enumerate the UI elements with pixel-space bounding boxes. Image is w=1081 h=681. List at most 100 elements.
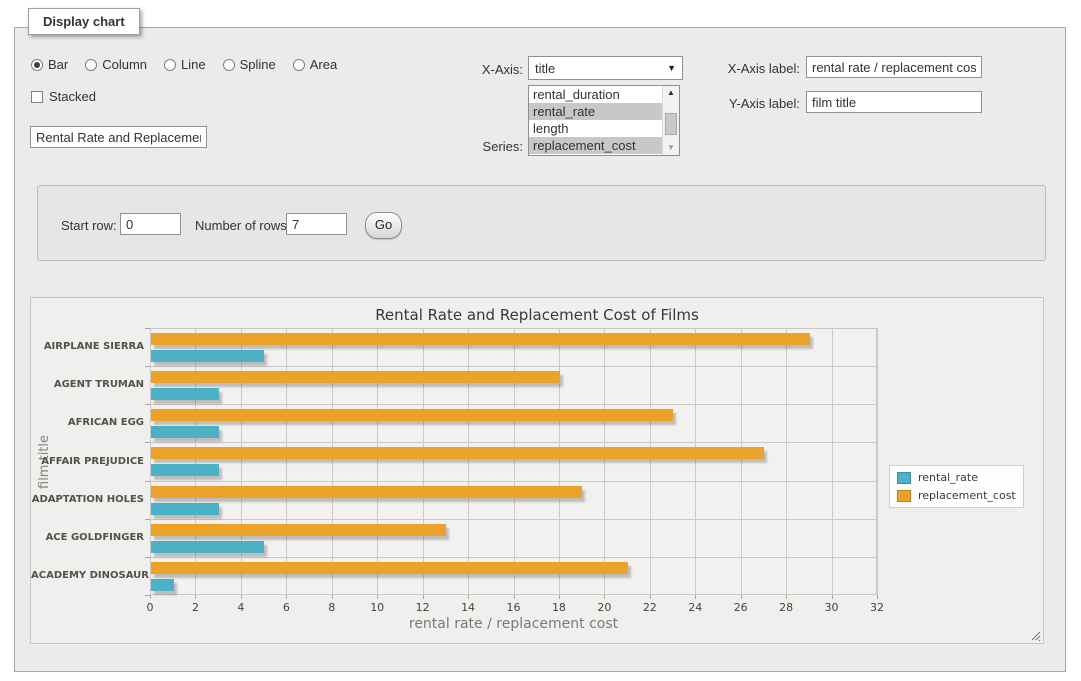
x-tick-label: 6: [269, 601, 303, 614]
bar-rental_rate: [151, 350, 264, 362]
series-options: rental_durationrental_ratelengthreplacem…: [529, 86, 662, 155]
bar-replacement_cost: [151, 562, 628, 574]
legend-label: replacement_cost: [918, 489, 1016, 502]
stacked-checkbox[interactable]: [31, 91, 43, 103]
series-option-length[interactable]: length: [529, 120, 662, 137]
start-row-input[interactable]: [120, 213, 181, 235]
y-axis-label-input[interactable]: [806, 91, 982, 113]
chevron-down-icon: ▼: [667, 63, 676, 73]
stacked-label: Stacked: [49, 89, 96, 104]
radio-icon[interactable]: [293, 59, 305, 71]
gridline-vertical: [468, 328, 469, 595]
y-tick-mark: [145, 481, 150, 482]
series-scrollbar[interactable]: ▲ ▼: [662, 86, 679, 155]
bar-rental_rate: [151, 464, 219, 476]
chart-type-option-label: Column: [102, 57, 147, 72]
bar-replacement_cost: [151, 524, 446, 536]
x-tick-label: 14: [451, 601, 485, 614]
chart-type-option-area[interactable]: Area: [293, 57, 337, 72]
gridline-horizontal: [150, 519, 877, 520]
x-tick-label: 12: [406, 601, 440, 614]
go-button[interactable]: Go: [365, 212, 402, 239]
gridline-vertical: [604, 328, 605, 595]
chart-legend: rental_rate replacement_cost: [889, 465, 1024, 508]
stacked-row: Stacked: [31, 89, 96, 104]
scroll-down-icon[interactable]: ▼: [663, 141, 679, 155]
panel-legend: Display chart: [28, 8, 140, 35]
radio-icon[interactable]: [31, 59, 43, 71]
chart-type-option-line[interactable]: Line: [164, 57, 206, 72]
x-tick-label: 26: [724, 601, 758, 614]
gridline-vertical: [423, 328, 424, 595]
chart-container: Rental Rate and Replacement Cost of Film…: [30, 297, 1044, 644]
x-axis-select-value: title: [535, 61, 555, 76]
gridline-vertical: [741, 328, 742, 595]
x-axis-select[interactable]: title ▼: [528, 56, 683, 80]
bar-replacement_cost: [151, 409, 673, 421]
gridline-vertical: [195, 328, 196, 595]
gridline-vertical: [559, 328, 560, 595]
gridline-vertical: [377, 328, 378, 595]
bar-rental_rate: [151, 388, 219, 400]
legend-item-replacement_cost: replacement_cost: [897, 489, 1016, 502]
series-option-replacement_cost[interactable]: replacement_cost: [529, 137, 662, 154]
scroll-up-icon[interactable]: ▲: [663, 86, 679, 100]
y-tick-mark: [145, 328, 150, 329]
x-tick-label: 20: [587, 601, 621, 614]
gridline-vertical: [786, 328, 787, 595]
gridline-vertical: [150, 328, 151, 595]
x-tick-label: 10: [360, 601, 394, 614]
gridline-horizontal: [150, 404, 877, 405]
x-tick-mark: [377, 595, 378, 599]
rows-panel: Start row: Number of rows: Go: [37, 185, 1046, 261]
gridline-horizontal: [150, 557, 877, 558]
gridline-horizontal: [150, 442, 877, 443]
x-tick-mark: [695, 595, 696, 599]
y-tick-mark: [145, 442, 150, 443]
x-axis-label-input[interactable]: [806, 56, 982, 78]
radio-icon[interactable]: [85, 59, 97, 71]
x-tick-mark: [423, 595, 424, 599]
x-tick-label: 16: [497, 601, 531, 614]
x-tick-mark: [786, 595, 787, 599]
chart-type-option-bar[interactable]: Bar: [31, 57, 68, 72]
num-rows-label: Number of rows:: [195, 218, 290, 233]
x-tick-mark: [559, 595, 560, 599]
scrollbar-thumb[interactable]: [665, 113, 677, 135]
chart-type-option-column[interactable]: Column: [85, 57, 147, 72]
series-listbox[interactable]: rental_durationrental_ratelengthreplacem…: [528, 85, 680, 156]
legend-item-rental_rate: rental_rate: [897, 471, 1016, 484]
series-option-rental_duration[interactable]: rental_duration: [529, 86, 662, 103]
radio-icon[interactable]: [164, 59, 176, 71]
category-label: AGENT TRUMAN: [31, 379, 144, 390]
bar-rental_rate: [151, 426, 219, 438]
x-tick-mark: [832, 595, 833, 599]
chart-type-option-spline[interactable]: Spline: [223, 57, 276, 72]
y-tick-mark: [145, 404, 150, 405]
x-tick-mark: [604, 595, 605, 599]
radio-icon[interactable]: [223, 59, 235, 71]
y-tick-mark: [145, 366, 150, 367]
chart-type-option-label: Bar: [48, 57, 68, 72]
bar-replacement_cost: [151, 333, 810, 345]
bar-replacement_cost: [151, 486, 582, 498]
x-tick-label: 28: [769, 601, 803, 614]
bar-rental_rate: [151, 541, 264, 553]
x-tick-label: 30: [815, 601, 849, 614]
chart-title: Rental Rate and Replacement Cost of Film…: [31, 306, 1043, 324]
series-list-label: Series:: [440, 139, 523, 154]
gridline-vertical: [332, 328, 333, 595]
y-tick-mark: [145, 557, 150, 558]
category-label: AFFAIR PREJUDICE: [31, 456, 144, 467]
x-axis-select-label: X-Axis:: [440, 62, 523, 77]
x-axis-label-caption: X-Axis label:: [680, 61, 800, 76]
resize-grip-icon[interactable]: [1029, 629, 1041, 641]
app-root: Display chart Bar Column Line Spline Area St…: [0, 0, 1081, 681]
category-label: AFRICAN EGG: [31, 417, 144, 428]
panel-legend-text: Display chart: [43, 14, 125, 29]
series-option-rental_rate[interactable]: rental_rate: [529, 103, 662, 120]
x-tick-label: 8: [315, 601, 349, 614]
x-tick-label: 32: [860, 601, 894, 614]
chart-title-input[interactable]: [30, 126, 207, 148]
num-rows-input[interactable]: [286, 213, 347, 235]
